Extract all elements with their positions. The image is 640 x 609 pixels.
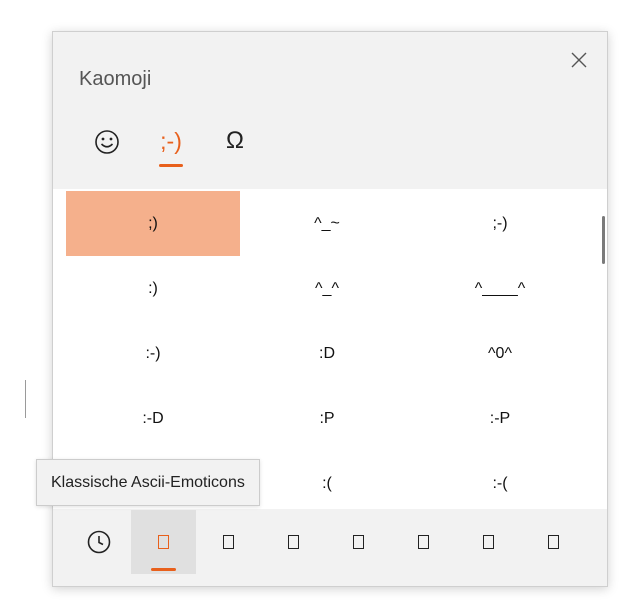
subcategory-bar (66, 510, 586, 574)
scrollbar-thumb[interactable] (602, 216, 605, 264)
tab-category-3[interactable] (196, 510, 261, 574)
tab-category-7[interactable] (456, 510, 521, 574)
category-tabs: ;-) Ω (75, 124, 267, 172)
close-icon (571, 52, 587, 68)
tofu-glyph-icon (418, 535, 429, 549)
tab-classic-ascii[interactable] (131, 510, 196, 574)
tooltip: Klassische Ascii-Emoticons (36, 459, 260, 506)
kaomoji-item[interactable]: ^0^ (414, 321, 586, 386)
kaomoji-item[interactable]: :D (240, 321, 414, 386)
kaomoji-item[interactable]: :-) (66, 321, 240, 386)
kaomoji-item[interactable]: :-D (66, 386, 240, 451)
kaomoji-item[interactable]: :-P (414, 386, 586, 451)
tab-symbols[interactable]: Ω (203, 124, 267, 172)
kaomoji-item[interactable]: :-( (414, 451, 586, 516)
kaomoji-item[interactable]: :) (66, 256, 240, 321)
tab-category-6[interactable] (391, 510, 456, 574)
tofu-glyph-icon (483, 535, 494, 549)
kaomoji-item[interactable]: ^____^ (414, 256, 586, 321)
kaomoji-item[interactable]: ^_~ (240, 191, 414, 256)
kaomoji-panel: Kaomoji ;-) Ω ;) ^_~ ;-):) ^_^ ^____^:… (36, 31, 608, 587)
tab-category-4[interactable] (261, 510, 326, 574)
tab-recent[interactable] (66, 510, 131, 574)
tofu-glyph-icon (288, 535, 299, 549)
smiley-icon (93, 126, 121, 164)
clock-icon (87, 530, 110, 554)
kaomoji-item[interactable]: :P (240, 386, 414, 451)
kaomoji-item[interactable]: ^_^ (240, 256, 414, 321)
tofu-glyph-icon (223, 535, 234, 549)
kaomoji-item[interactable]: :( (240, 451, 414, 516)
kaomoji-item[interactable]: ;-) (414, 191, 586, 256)
kaomoji-icon: ;-) (160, 128, 182, 154)
tofu-glyph-icon (353, 535, 364, 549)
omega-icon: Ω (226, 127, 244, 154)
tab-category-8[interactable] (521, 510, 586, 574)
tofu-glyph-icon (548, 535, 559, 549)
tofu-glyph-icon (158, 535, 169, 549)
tab-kaomoji[interactable]: ;-) (139, 124, 203, 172)
panel-title: Kaomoji (79, 68, 152, 90)
tab-emoji[interactable] (75, 124, 139, 172)
tab-category-5[interactable] (326, 510, 391, 574)
text-caret (25, 380, 26, 418)
kaomoji-item[interactable]: ;) (66, 191, 240, 256)
close-button[interactable] (565, 46, 593, 74)
